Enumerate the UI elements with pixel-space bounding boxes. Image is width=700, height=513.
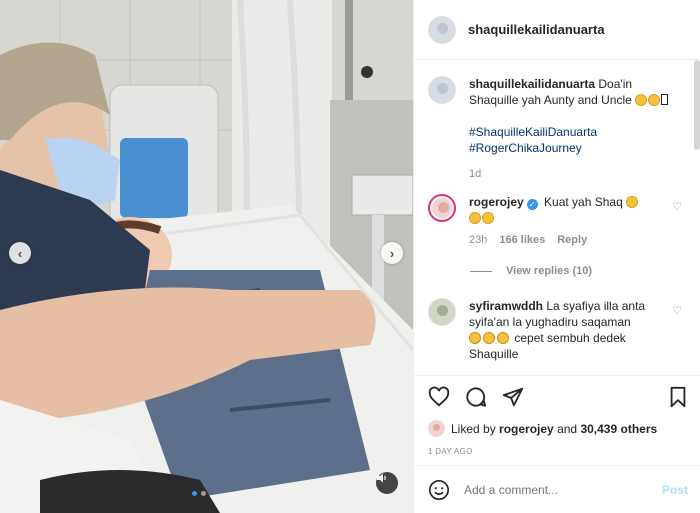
comment-text: cepet sembuh dedek — [514, 331, 626, 345]
likes-count[interactable]: 30,439 others — [580, 422, 657, 436]
action-icons — [428, 386, 524, 408]
carousel-dot — [201, 491, 206, 496]
clapping-emoji-icon — [635, 93, 661, 107]
view-replies-button[interactable]: View replies (10) — [470, 265, 592, 277]
comment-like-heart-icon[interactable]: ♡ — [672, 304, 682, 317]
comment-body: rogerojey ✓ Kuat yah Shaq 23h 166 likes R… — [469, 194, 669, 248]
unknown-glyph-icon — [661, 94, 669, 105]
bookmark-icon — [670, 386, 686, 408]
comment-body: syfiramwddh La syafiya illa anta syifa'a… — [469, 298, 669, 362]
chevron-right-icon: › — [389, 245, 395, 261]
instagram-post: ‹ › shaquillekailidanuarta shaquillekail… — [0, 0, 700, 513]
view-replies-label: View replies (10) — [506, 265, 593, 277]
comment-time[interactable]: 23h — [469, 232, 487, 248]
carousel-indicator — [192, 491, 206, 496]
comment-item: rogerojey ✓ Kuat yah Shaq 23h 166 likes R… — [428, 194, 686, 248]
commenter-username[interactable]: rogerojey — [469, 195, 524, 209]
post-sidebar: shaquillekailidanuarta shaquillekailidan… — [413, 0, 700, 513]
comment-composer: Post — [414, 465, 700, 513]
comments-scrollbar[interactable] — [694, 60, 700, 150]
liker-avatar[interactable] — [428, 420, 445, 437]
audio-icon — [377, 473, 386, 483]
commenter-avatar[interactable] — [428, 298, 456, 326]
caption: shaquillekailidanuarta Doa'in Shaquille … — [428, 76, 686, 182]
reply-button[interactable]: Reply — [557, 232, 587, 248]
author-username[interactable]: shaquillekailidanuarta — [468, 22, 605, 37]
verified-icon: ✓ — [526, 199, 538, 210]
commenter-username[interactable]: syfiramwddh — [469, 299, 543, 313]
post-date[interactable]: 1 DAY AGO — [428, 447, 473, 456]
comments-list[interactable]: shaquillekailidanuarta Doa'in Shaquille … — [414, 60, 700, 375]
clapping-emoji-icon — [626, 196, 639, 208]
carousel-dot — [192, 491, 197, 496]
comment-text: Kuat yah Shaq — [544, 195, 623, 209]
post-header: shaquillekailidanuarta — [414, 0, 700, 60]
clapping-emoji-icon — [482, 212, 494, 224]
post-comment-button[interactable]: Post — [662, 483, 688, 497]
commenter-avatar[interactable] — [428, 194, 456, 222]
photo-illustration — [0, 0, 413, 513]
share-icon[interactable] — [502, 386, 524, 408]
comment-text: Shaquille — [469, 347, 519, 361]
caption-text: Shaquille yah Aunty and Uncle — [469, 93, 632, 107]
comment-item: syfiramwddh La syafiya illa anta syifa'a… — [428, 298, 686, 362]
likes-summary[interactable]: Liked by rogerojey and 30,439 others — [428, 420, 657, 437]
caption-text: Doa'in — [598, 77, 633, 91]
post-photo[interactable]: ‹ › — [0, 0, 413, 513]
save-button[interactable] — [668, 386, 688, 408]
hashtag-link[interactable]: #ShaquilleKailiDanuarta — [469, 124, 669, 140]
likes-prefix: Liked by — [451, 421, 496, 436]
comment-like-heart-icon[interactable]: ♡ — [672, 200, 682, 213]
caption-age[interactable]: 1d — [469, 166, 481, 182]
smiley-icon[interactable] — [428, 479, 450, 501]
audio-toggle-button[interactable] — [376, 472, 398, 494]
next-slide-button[interactable]: › — [381, 242, 403, 264]
comment-input[interactable] — [464, 482, 662, 497]
caption-body: shaquillekailidanuarta Doa'in Shaquille … — [469, 76, 669, 182]
post-actions: Liked by rogerojey and 30,439 others 1 D… — [414, 375, 700, 465]
previous-slide-button[interactable]: ‹ — [9, 242, 31, 264]
caption-username[interactable]: shaquillekailidanuarta — [469, 77, 595, 91]
heart-icon[interactable] — [428, 386, 450, 408]
comment-icon[interactable] — [465, 386, 487, 408]
liker-username[interactable]: rogerojey — [499, 422, 554, 436]
replies-divider — [470, 270, 492, 272]
chevron-left-icon: ‹ — [17, 245, 23, 261]
author-avatar[interactable] — [428, 15, 456, 44]
caption-avatar[interactable] — [428, 76, 456, 104]
clapping-emoji-icon — [469, 212, 481, 224]
sad-emoji-icon — [469, 331, 511, 345]
hashtag-link[interactable]: #RogerChikaJourney — [469, 140, 669, 156]
comment-text: syifa'an la yughadiru saqaman — [469, 315, 631, 329]
likes-and: and — [557, 421, 578, 436]
comment-text: La syafiya illa anta — [546, 299, 646, 313]
comment-likes[interactable]: 166 likes — [499, 232, 545, 248]
